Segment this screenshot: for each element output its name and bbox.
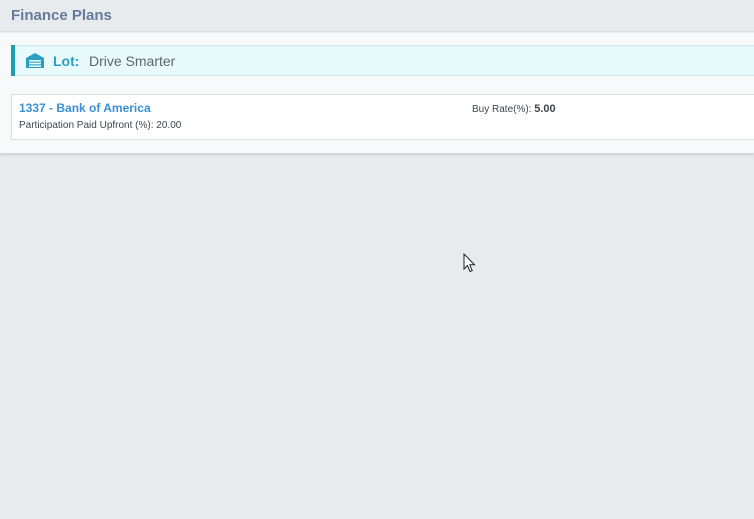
buy-rate-label: Buy Rate(%): — [472, 104, 532, 115]
participation-info: Participation Paid Upfront (%): 20.00 — [19, 120, 181, 131]
garage-icon — [26, 53, 44, 68]
mouse-cursor-icon — [463, 253, 476, 273]
participation-label: Participation Paid Upfront (%): — [19, 120, 154, 131]
page-header: Finance Plans — [0, 0, 754, 32]
buy-rate-info: Buy Rate(%): 5.00 — [472, 103, 556, 115]
page-title: Finance Plans — [11, 7, 112, 24]
lot-label: Lot: — [53, 53, 80, 69]
lot-name: Drive Smarter — [89, 53, 176, 69]
lot-accent-stripe — [11, 45, 15, 76]
finance-plan-card[interactable]: 1337 - Bank of America Participation Pai… — [11, 94, 754, 140]
lot-bar: Lot: Drive Smarter — [11, 45, 754, 76]
participation-value: 20.00 — [156, 120, 182, 131]
finance-plans-panel: Lot: Drive Smarter 1337 - Bank of Americ… — [0, 33, 754, 153]
plan-name-link[interactable]: 1337 - Bank of America — [19, 101, 151, 115]
buy-rate-value: 5.00 — [534, 103, 556, 115]
